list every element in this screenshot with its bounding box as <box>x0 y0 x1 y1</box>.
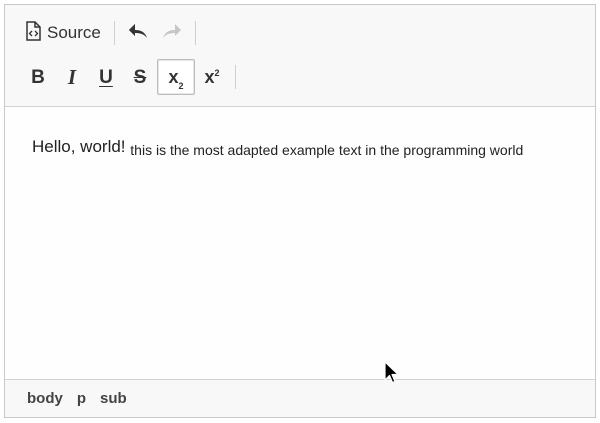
path-item-p[interactable]: p <box>72 388 91 409</box>
superscript-button[interactable]: x2 <box>195 60 229 94</box>
toolbar-row-2: B I U S x2 x2 <box>21 58 242 96</box>
undo-icon <box>127 22 149 45</box>
source-button[interactable]: Source <box>20 16 108 50</box>
path-item-sub[interactable]: sub <box>95 388 132 409</box>
editor-content-area[interactable]: Hello, world! this is the most adapted e… <box>5 107 595 379</box>
toolbar-separator <box>113 21 115 45</box>
underline-icon: U <box>99 66 113 88</box>
paragraph-main-text: Hello, world! <box>32 137 126 156</box>
paragraph[interactable]: Hello, world! this is the most adapted e… <box>32 137 523 158</box>
undo-button[interactable] <box>121 16 155 50</box>
toolbar-separator <box>235 65 236 89</box>
redo-icon <box>161 22 183 45</box>
element-path-bar: body p sub <box>5 379 595 417</box>
mouse-pointer-icon <box>384 361 400 385</box>
source-icon <box>25 20 41 46</box>
bold-button[interactable]: B <box>21 60 55 94</box>
subscript-icon: x2 <box>168 66 184 91</box>
rich-text-editor: Source B I U S x2 x2 Hello, world! this … <box>4 4 596 418</box>
italic-icon: I <box>67 64 77 89</box>
superscript-icon: x2 <box>204 66 220 87</box>
redo-button[interactable] <box>155 16 189 50</box>
strikethrough-icon: S <box>133 66 147 88</box>
italic-button[interactable]: I <box>55 60 89 94</box>
strikethrough-button[interactable]: S <box>123 60 157 94</box>
toolbar-separator <box>194 21 196 45</box>
toolbar-row-1: Source <box>20 14 202 52</box>
underline-button[interactable]: U <box>89 60 123 94</box>
bold-icon: B <box>31 66 45 88</box>
subscript-button[interactable]: x2 <box>157 59 195 95</box>
paragraph-subscript-text: this is the most adapted example text in… <box>130 142 524 158</box>
editor-toolbar: Source B I U S x2 x2 <box>5 5 595 107</box>
path-item-body[interactable]: body <box>22 388 68 409</box>
source-label: Source <box>47 23 101 42</box>
